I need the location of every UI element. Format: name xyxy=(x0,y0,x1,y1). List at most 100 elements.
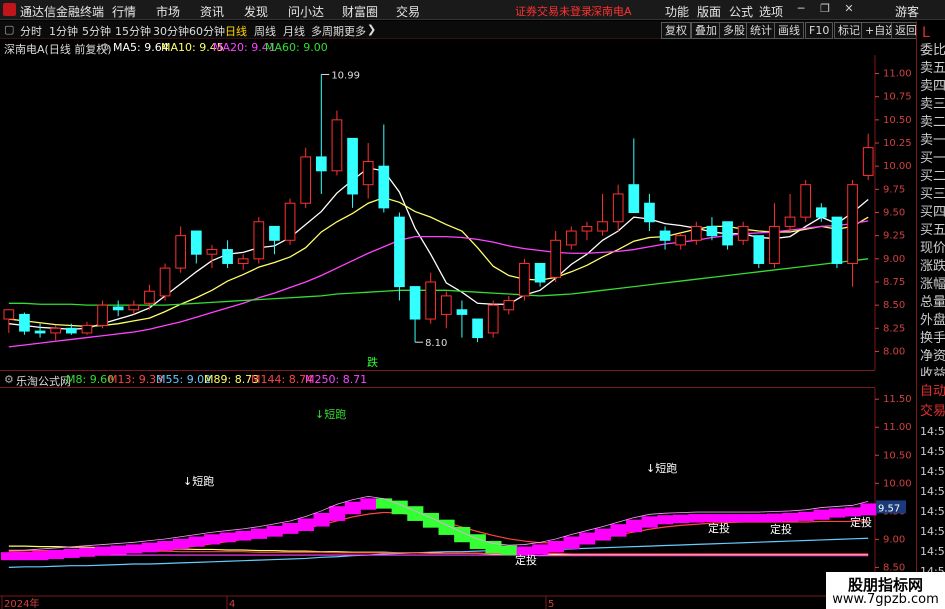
menu-caifuquan[interactable]: 财富圈 xyxy=(342,3,378,20)
ind-tick-label-6: 11.50 xyxy=(883,394,912,405)
m55-label: M55: 9.02 xyxy=(156,373,212,386)
current-value-label: 9.57 xyxy=(878,503,900,514)
menu-gongshi[interactable]: 公式 xyxy=(729,3,753,20)
main-chart-info: 深南电A(日线 前复权) ⚙ MA5: 9.64 MA10: 9.45 MA20… xyxy=(0,40,945,56)
price-tick-label-5: 9.25 xyxy=(883,231,905,242)
close-icon[interactable]: ✕ xyxy=(842,2,856,16)
step-block-4 xyxy=(63,548,80,558)
price-tick-label-7: 9.75 xyxy=(883,184,905,195)
tf-1min[interactable]: 1分钟 xyxy=(49,23,78,39)
step-block-14 xyxy=(219,532,236,543)
candle-body-41 xyxy=(644,202,655,223)
btn-huaxian[interactable]: 画线 xyxy=(774,22,804,39)
tf-5min[interactable]: 5分钟 xyxy=(82,23,111,39)
menu-wenxiaoda[interactable]: 问小达 xyxy=(288,3,324,20)
btn-fuquan[interactable]: 复权 xyxy=(661,22,691,39)
trade-field-5: 14:56 xyxy=(920,485,945,498)
quote-field-6: 买一 xyxy=(920,151,945,166)
toolbar-toggle-icon[interactable]: ▢ xyxy=(4,23,14,36)
tf-monthly[interactable]: 月线 xyxy=(283,23,305,39)
ind-tick-label-3: 10.00 xyxy=(883,478,912,489)
price-tick-label-4: 9.00 xyxy=(883,254,905,265)
step-block-22 xyxy=(344,501,361,515)
date-label-1: 4 xyxy=(229,599,235,609)
step-block-50 xyxy=(782,512,799,522)
menu-jiaoyi[interactable]: 交易 xyxy=(396,3,420,20)
menu-xuanxiang[interactable]: 选项 xyxy=(759,3,783,20)
quote-field-17: 净资 xyxy=(920,349,945,364)
tf-multi[interactable]: 多周期 xyxy=(311,23,344,39)
candle-body-2 xyxy=(34,330,46,334)
login-warning[interactable]: 证券交易未登录 xyxy=(515,3,592,19)
tf-weekly[interactable]: 周线 xyxy=(254,23,276,39)
price-tick-label-2: 8.50 xyxy=(883,300,905,311)
trade-field-0[interactable]: 自动 xyxy=(920,384,945,400)
menu-hangqing[interactable]: 行情 xyxy=(112,3,136,20)
step-block-18 xyxy=(282,523,299,534)
candle-body-21 xyxy=(331,119,343,172)
btn-biaoji[interactable]: 标记 xyxy=(834,22,864,39)
candle-body-35 xyxy=(550,239,562,278)
chevron-right-icon[interactable]: ❯ xyxy=(367,23,376,36)
candle-body-12 xyxy=(190,230,202,255)
guest-label[interactable]: 游客 xyxy=(895,3,919,20)
tf-daily[interactable]: 日线 xyxy=(225,23,247,39)
step-block-48 xyxy=(751,514,768,523)
tf-30min[interactable]: 30分钟 xyxy=(153,23,189,39)
quote-field-13: 涨幅 xyxy=(920,277,945,292)
menu-zixun[interactable]: 资讯 xyxy=(200,3,224,20)
trade-field-7: 14:56 xyxy=(920,525,945,538)
step-block-52 xyxy=(813,509,830,520)
step-block-16 xyxy=(251,528,268,539)
m250-label: M250: 8.71 xyxy=(305,373,368,386)
step-block-45 xyxy=(704,514,721,523)
candle-body-14 xyxy=(222,249,233,264)
candle-body-7 xyxy=(112,306,124,311)
candlestick-chart[interactable]: 8.00 8.25 8.50 8.75 9.00 9.25 9.50 9.75 10.00 10.… xyxy=(0,55,916,370)
candle-body-1 xyxy=(19,313,30,332)
step-block-24 xyxy=(376,498,393,509)
quote-panel: L 委比 卖五 卖四 卖三 卖二 卖一 买一 买二 买三 买四 买五 现价 涨跌 涨幅 总量 外盘 换手 净资 收益 xyxy=(916,21,945,382)
btn-duogu[interactable]: 多股 xyxy=(719,22,749,39)
quote-field-9: 买四 xyxy=(920,205,945,220)
indicator-chart[interactable]: 8.509.009.5010.0010.5011.0011.50↓短跑↓短跑↓短… xyxy=(0,388,916,609)
candle-body-11 xyxy=(175,235,187,269)
trade-field-3: 14:56 xyxy=(920,445,945,458)
btn-tongji[interactable]: 统计 xyxy=(746,22,776,39)
candle-body-50 xyxy=(784,216,796,227)
menu-gongneng[interactable]: 功能 xyxy=(665,3,689,20)
step-block-8 xyxy=(126,544,143,554)
site-watermark: 股朋指标网 www.7gpzb.com xyxy=(826,572,945,609)
step-block-3 xyxy=(47,549,64,560)
minimize-icon[interactable]: ─ xyxy=(794,2,808,16)
date-label-0: 2024年 xyxy=(4,597,39,609)
menu-faxian[interactable]: 发现 xyxy=(244,3,268,20)
ma60-label: MA60: 9.00 xyxy=(265,41,328,54)
candle-body-6 xyxy=(97,304,108,327)
candle-body-18 xyxy=(284,202,296,241)
tf-fenshi[interactable]: 分时 xyxy=(20,23,42,39)
settings-gear-icon[interactable]: ⚙ xyxy=(100,41,110,54)
menu-banmian[interactable]: 版面 xyxy=(697,3,721,20)
restore-icon[interactable]: ❐ xyxy=(818,2,832,16)
step-block-53 xyxy=(829,508,846,518)
price-tick-label-0: 8.00 xyxy=(883,346,905,357)
step-block-41 xyxy=(641,516,658,528)
signal-label-6: 定投 xyxy=(850,515,872,529)
tf-15min[interactable]: 15分钟 xyxy=(115,23,151,39)
btn-f10[interactable]: F10 xyxy=(805,22,834,39)
menu-shichang[interactable]: 市场 xyxy=(156,3,180,20)
tf-more[interactable]: 更多 xyxy=(344,23,366,39)
candle-body-3 xyxy=(50,327,62,334)
trade-field-1[interactable]: 交易 xyxy=(920,404,945,420)
btn-diejia[interactable]: 叠加 xyxy=(691,22,721,39)
candle-body-20 xyxy=(315,156,327,172)
panel-letter[interactable]: L xyxy=(922,25,930,41)
step-block-49 xyxy=(766,513,783,523)
panel-divider xyxy=(0,370,875,371)
indicator-gear-icon[interactable]: ⚙ xyxy=(4,373,14,386)
quote-field-8: 买三 xyxy=(920,187,945,202)
step-block-35 xyxy=(547,540,564,553)
candle-body-47 xyxy=(737,225,749,241)
tf-60min[interactable]: 60分钟 xyxy=(189,23,225,39)
